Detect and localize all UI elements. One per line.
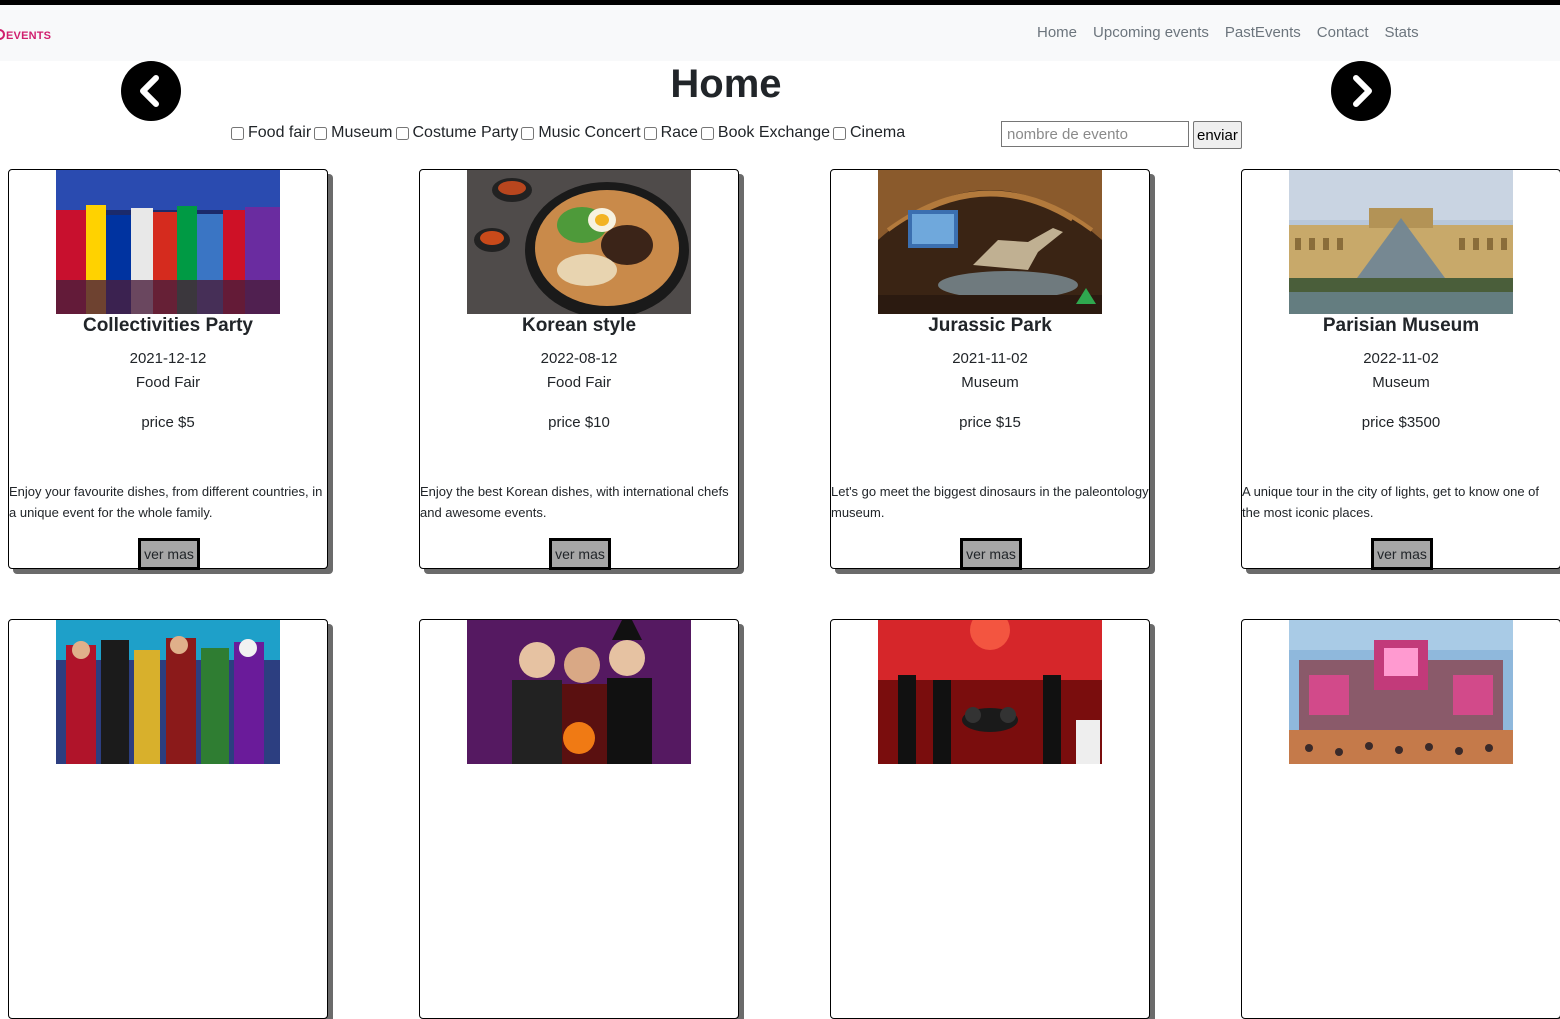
event-card — [830, 619, 1150, 1019]
card-date: 2021-12-12 — [129, 350, 207, 367]
filter-label: Book Exchange — [717, 124, 830, 141]
card-date: 2022-11-02 — [1363, 350, 1439, 367]
card-image — [467, 170, 691, 314]
prev-page-button[interactable] — [121, 61, 181, 121]
filter-checkbox[interactable] — [231, 126, 244, 140]
nav-link-home[interactable]: Home — [1029, 24, 1085, 41]
category-filters: Food fair Museum Costume Party Music Con… — [231, 124, 908, 142]
card-title: Jurassic Park — [928, 315, 1052, 336]
card-category: Food Fair — [135, 374, 201, 391]
halloween-party-photo — [467, 620, 691, 764]
next-page-button[interactable] — [1331, 61, 1391, 121]
navbar: EVENTS Home Upcoming events PastEvents C… — [0, 5, 1560, 61]
card-image — [56, 170, 280, 314]
filter-music-concert[interactable]: Music Concert — [521, 124, 641, 142]
filter-costume-party[interactable]: Costume Party — [395, 124, 519, 142]
festival-flags-photo — [56, 170, 280, 314]
nav-link-stats[interactable]: Stats — [1377, 24, 1427, 41]
search-input[interactable] — [1001, 121, 1189, 147]
filter-checkbox[interactable] — [643, 126, 657, 140]
filter-label: Music Concert — [538, 124, 641, 141]
music-festival-stage-photo — [1289, 620, 1513, 764]
card-image — [1289, 170, 1513, 314]
event-card: Parisian Museum 2022-11-02 Museum price … — [1241, 169, 1560, 570]
filter-label: Cinema — [850, 124, 906, 141]
card-date: 2021-11-02 — [952, 350, 1028, 367]
filter-race[interactable]: Race — [643, 124, 698, 142]
filter-checkbox[interactable] — [521, 126, 535, 140]
nav-link-contact[interactable]: Contact — [1309, 24, 1377, 41]
card-image — [1289, 620, 1513, 764]
nav-links: Home Upcoming events PastEvents Contact … — [1029, 24, 1427, 41]
filter-museum[interactable]: Museum — [314, 124, 393, 142]
rock-concert-photo — [878, 620, 1102, 764]
card-title: Parisian Museum — [1322, 315, 1480, 336]
card-date: 2022-08-12 — [540, 350, 618, 367]
card-price: price $3500 — [1361, 414, 1441, 431]
card-category: Museum — [961, 374, 1019, 391]
card-price: price $15 — [959, 414, 1021, 431]
filter-checkbox[interactable] — [700, 126, 714, 140]
card-description: Enjoy the best Korean dishes, with inter… — [420, 484, 729, 520]
bibimbap-photo — [467, 170, 691, 314]
card-description: Let's go meet the biggest dinosaurs in t… — [831, 484, 1149, 520]
see-more-button[interactable]: ver mas — [1371, 538, 1433, 570]
card-title: Korean style — [521, 315, 637, 336]
see-more-button[interactable]: ver mas — [960, 538, 1022, 570]
filter-label: Museum — [331, 124, 393, 141]
event-card: Collectivities Party 2021-12-12 Food Fai… — [8, 169, 328, 570]
filter-label: Costume Party — [412, 124, 519, 141]
filter-book-exchange[interactable]: Book Exchange — [700, 124, 830, 142]
search-submit-button[interactable]: enviar — [1193, 121, 1242, 149]
cosplay-photo — [56, 620, 280, 764]
event-card — [8, 619, 328, 1019]
card-description: A unique tour in the city of lights, get… — [1242, 484, 1540, 520]
card-price: price $5 — [141, 414, 195, 431]
card-price: price $10 — [548, 414, 610, 431]
logo-icon — [0, 29, 5, 40]
filter-food-fair[interactable]: Food fair — [231, 124, 311, 142]
see-more-button[interactable]: ver mas — [138, 538, 200, 570]
card-image — [56, 620, 280, 764]
nav-link-past-events[interactable]: PastEvents — [1217, 24, 1309, 41]
card-category: Food Fair — [546, 374, 612, 391]
chevron-left-icon — [140, 75, 159, 107]
event-card — [419, 619, 739, 1019]
card-image — [878, 620, 1102, 764]
event-card — [1241, 619, 1560, 1019]
filter-label: Race — [660, 124, 698, 141]
card-description: Enjoy your favourite dishes, from differ… — [9, 484, 323, 520]
dinosaur-museum-photo — [878, 170, 1102, 314]
see-more-button[interactable]: ver mas — [549, 538, 611, 570]
filter-checkbox[interactable] — [314, 126, 328, 140]
card-category: Museum — [1372, 374, 1430, 391]
brand-logo-text: EVENTS — [6, 30, 52, 42]
search-form: enviar — [1001, 121, 1242, 149]
nav-link-upcoming-events[interactable]: Upcoming events — [1085, 24, 1217, 41]
card-image — [878, 170, 1102, 314]
filter-label: Food fair — [248, 124, 312, 141]
card-image — [467, 620, 691, 764]
filter-cinema[interactable]: Cinema — [833, 124, 905, 142]
card-title: Collectivities Party — [82, 315, 254, 336]
event-card: Jurassic Park 2021-11-02 Museum price $1… — [830, 169, 1150, 570]
filter-checkbox[interactable] — [395, 126, 409, 140]
filter-checkbox[interactable] — [833, 126, 846, 140]
louvre-photo — [1289, 170, 1513, 314]
page-title: Home — [670, 62, 782, 106]
chevron-right-icon — [1353, 75, 1372, 107]
event-card: Korean style 2022-08-12 Food Fair price … — [419, 169, 739, 570]
brand-logo[interactable]: EVENTS — [0, 29, 51, 42]
